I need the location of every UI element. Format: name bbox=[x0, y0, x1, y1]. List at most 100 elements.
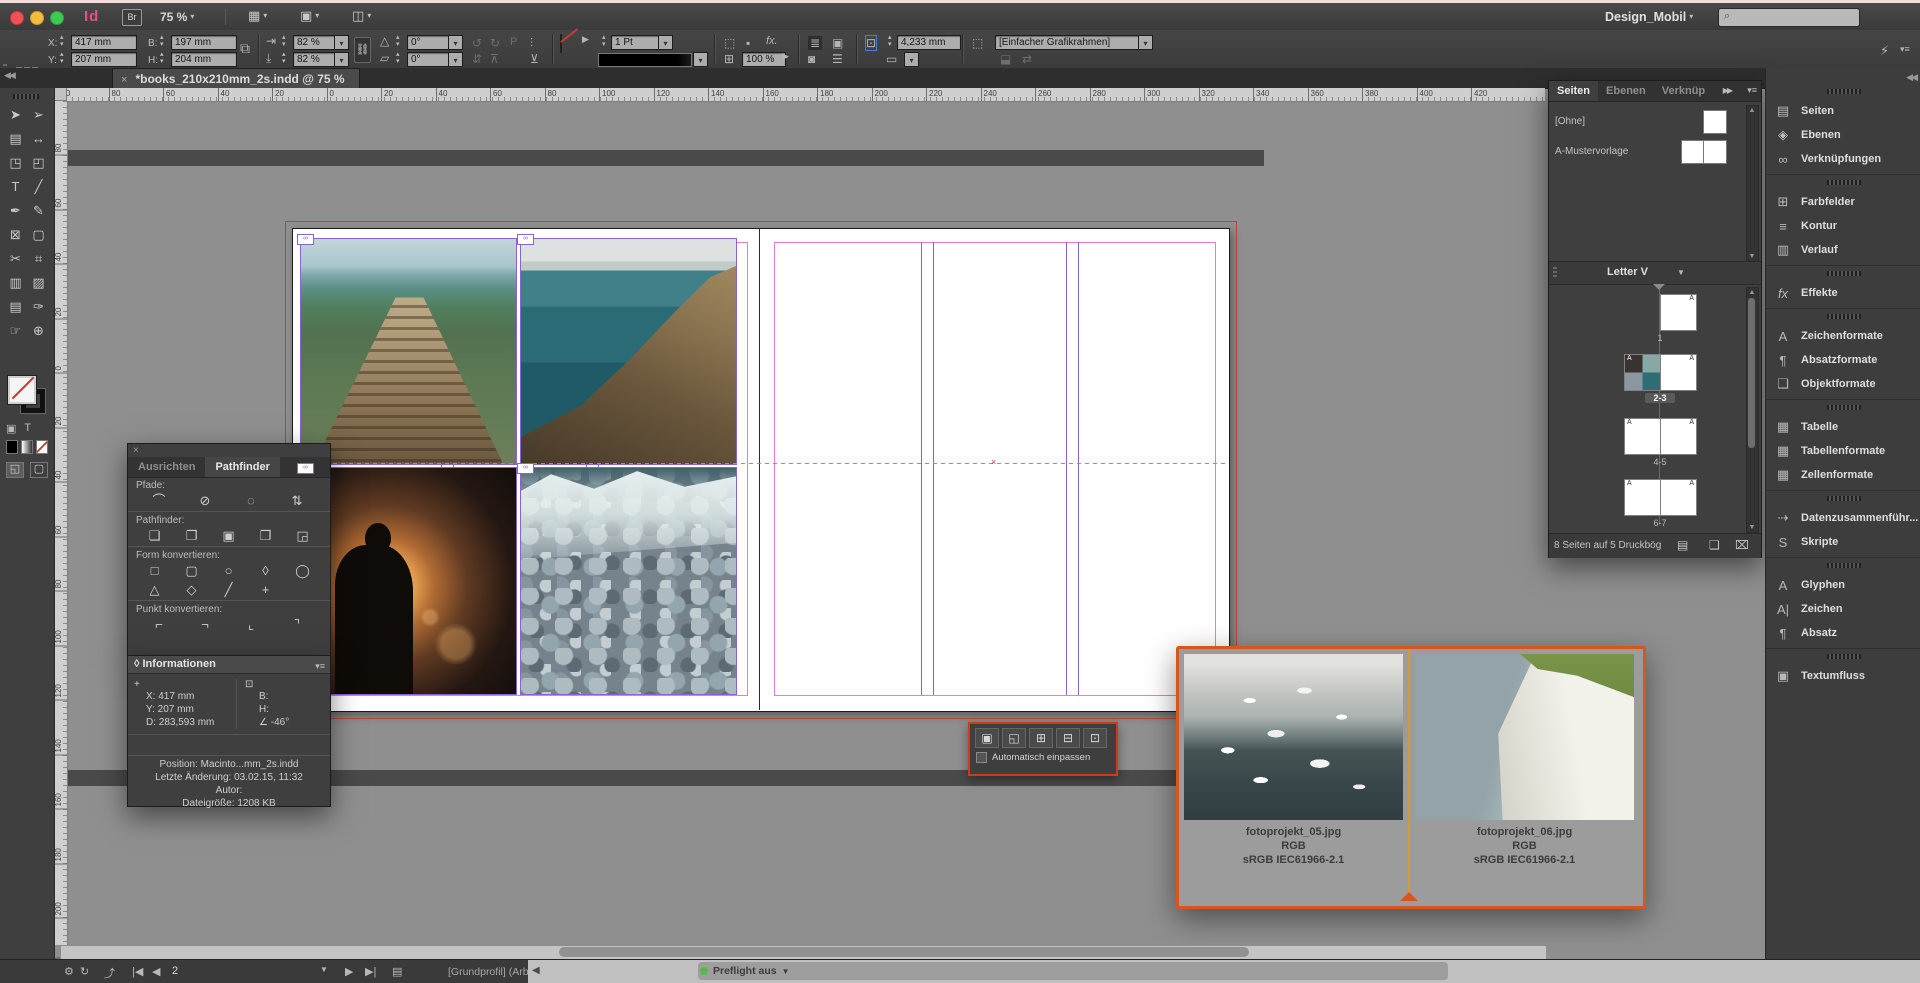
image-frame-rocky-coast[interactable] bbox=[520, 238, 737, 465]
pathfinder-operation-icon[interactable]: ❒ bbox=[247, 526, 284, 545]
fitting-option-icon[interactable]: ⊟ bbox=[1056, 728, 1080, 748]
path-operation-icon[interactable]: ⌒ bbox=[136, 491, 182, 510]
format-text-icon[interactable]: T bbox=[24, 422, 31, 435]
workspace-switcher[interactable]: Design_Mobil bbox=[1605, 10, 1693, 24]
preview-view-icon[interactable]: ▢ bbox=[30, 462, 48, 478]
dock-grip[interactable] bbox=[1827, 314, 1861, 319]
dock-grip[interactable] bbox=[1827, 271, 1861, 276]
normal-view-icon[interactable]: ◱ bbox=[6, 462, 24, 478]
share-icon[interactable]: ⤴ bbox=[104, 965, 115, 981]
convert-shape-icon[interactable]: ╱ bbox=[210, 580, 247, 599]
page-menu-icon[interactable]: ▤ bbox=[392, 965, 402, 978]
toolbar-grip[interactable] bbox=[13, 94, 39, 99]
stroke-type-swatch[interactable] bbox=[598, 53, 692, 67]
page-label-4-5[interactable]: 4-5 bbox=[1645, 457, 1675, 467]
dock-panel-button[interactable]: ¶Absatzformate bbox=[1766, 348, 1920, 372]
fx-icon[interactable]: fx. bbox=[766, 35, 778, 47]
link-badge-icon[interactable]: ∞ bbox=[297, 234, 314, 245]
dock-panel-button[interactable]: A|Zeichen bbox=[1766, 597, 1920, 621]
zoom-tool[interactable]: ⊕ bbox=[27, 320, 50, 341]
height-field[interactable]: 204 mm bbox=[171, 52, 237, 67]
edit-page-size-icon[interactable]: ▤ bbox=[1677, 538, 1688, 552]
object-style-field[interactable]: [Einfacher Grafikrahmen] bbox=[995, 35, 1143, 50]
convert-point-icon[interactable]: ¬ bbox=[182, 615, 228, 634]
fill-swatch[interactable] bbox=[8, 376, 36, 404]
dock-panel-button[interactable]: ▦Zellenformate bbox=[1766, 463, 1920, 487]
apply-color-icon[interactable] bbox=[6, 440, 18, 454]
line-tool[interactable]: ╱ bbox=[27, 176, 50, 197]
convert-shape-icon[interactable]: ○ bbox=[210, 561, 247, 580]
direct-selection-tool[interactable]: ➢ bbox=[27, 104, 50, 125]
frame-fitting-icon[interactable]: ⬚ bbox=[972, 36, 983, 50]
corner-shape-icon[interactable]: ▭ bbox=[886, 52, 897, 66]
page-thumbnail-6[interactable]: A bbox=[1624, 479, 1661, 516]
convert-point-icon[interactable]: ⌐ bbox=[136, 615, 182, 634]
image-frame-pebbles[interactable] bbox=[520, 467, 737, 695]
preview-options-icon[interactable]: ⇄ bbox=[1022, 52, 1032, 66]
minimize-window-button[interactable] bbox=[30, 11, 44, 25]
corner-radius-field[interactable]: 4,233 mm bbox=[897, 35, 961, 50]
close-window-button[interactable] bbox=[10, 11, 24, 25]
arrange-documents-dropdown[interactable]: ◫ bbox=[352, 8, 382, 25]
scrollbar-thumb[interactable] bbox=[559, 947, 1249, 957]
select-container-icon[interactable]: ⊼ bbox=[490, 52, 499, 66]
page-label-1[interactable]: 1 bbox=[1645, 333, 1675, 343]
search-field[interactable]: ⌕ bbox=[1718, 8, 1860, 27]
dock-grip[interactable] bbox=[1827, 654, 1861, 659]
convert-point-icon[interactable]: ⌞ bbox=[228, 615, 274, 634]
dock-panel-button[interactable]: ◈Ebenen bbox=[1766, 123, 1920, 147]
current-page-field[interactable]: 2 bbox=[172, 965, 178, 977]
select-content-icon[interactable]: ⫶ bbox=[530, 36, 533, 51]
dock-panel-button[interactable]: ⊞Farbfelder bbox=[1766, 190, 1920, 214]
select-previous-icon[interactable]: ⊻ bbox=[530, 52, 539, 66]
dock-panel-button[interactable]: fxEffekte bbox=[1766, 281, 1920, 305]
new-spread-icon[interactable]: ❏ bbox=[1709, 538, 1720, 552]
drag-item-card[interactable]: fotoprojekt_05.jpg RGB sRGB IEC61966-2.1 bbox=[1179, 649, 1408, 900]
first-page-icon[interactable]: |◀ bbox=[132, 965, 143, 978]
view-options-dropdown[interactable]: ▦ bbox=[248, 8, 278, 25]
dock-panel-button[interactable]: ▦Tabellenformate bbox=[1766, 439, 1920, 463]
wrap-none-icon[interactable]: ≣ bbox=[808, 36, 822, 50]
stroke-flyout-arrow[interactable]: ▶ bbox=[582, 34, 589, 45]
page-thumbnail-1[interactable]: A bbox=[1660, 294, 1697, 331]
scroll-left-icon[interactable]: ◀ bbox=[532, 965, 540, 976]
page-thumbnail-2[interactable]: A bbox=[1624, 354, 1661, 391]
scale-y-dropdown[interactable] bbox=[334, 52, 349, 67]
scale-y-field[interactable]: 82 % bbox=[293, 52, 339, 67]
fitting-option-icon[interactable]: ⊡ bbox=[1083, 728, 1107, 748]
type-tool[interactable]: T bbox=[4, 176, 27, 197]
preflight-dropdown-icon[interactable]: ▼ bbox=[782, 967, 790, 976]
info-panel-header[interactable]: ◊ Informationen ▾≡ bbox=[128, 656, 330, 674]
dock-panel-button[interactable]: ⇢Datenzusammenführ... bbox=[1766, 506, 1920, 530]
corner-shape-dropdown[interactable] bbox=[904, 52, 919, 67]
pathfinder-operation-icon[interactable]: ▣ bbox=[210, 526, 247, 545]
structure-toggle-icon[interactable]: ⚙ bbox=[64, 965, 74, 978]
width-field[interactable]: 197 mm bbox=[171, 35, 237, 50]
pen-tool[interactable]: ✒ bbox=[4, 200, 27, 221]
gradient-tool[interactable]: ▥ bbox=[4, 272, 27, 293]
previous-page-icon[interactable]: ◀ bbox=[152, 965, 160, 978]
image-frame-sunset-person[interactable] bbox=[300, 467, 517, 695]
shear-dropdown[interactable] bbox=[448, 52, 463, 67]
convert-shape-icon[interactable]: □ bbox=[136, 561, 173, 580]
search-input[interactable] bbox=[1741, 12, 1857, 27]
page-thumbnail-7[interactable]: A bbox=[1660, 479, 1697, 516]
apply-none-icon[interactable] bbox=[36, 440, 48, 454]
dock-panel-button[interactable]: ≡Kontur bbox=[1766, 214, 1920, 238]
stroke-type-dropdown[interactable] bbox=[693, 52, 708, 67]
page-label-2-3[interactable]: 2-3 bbox=[1645, 393, 1675, 403]
eyedropper-tool[interactable]: ✑ bbox=[27, 296, 50, 317]
masters-scrollbar[interactable]: ▲ ▼ bbox=[1746, 105, 1759, 262]
dock-panel-button[interactable]: ▥Verlauf bbox=[1766, 238, 1920, 262]
last-page-icon[interactable]: ▶| bbox=[365, 965, 376, 978]
object-style-dropdown[interactable] bbox=[1138, 35, 1153, 50]
pathfinder-operation-icon[interactable]: ❐ bbox=[173, 526, 210, 545]
rotate-cw-icon[interactable]: ↻ bbox=[490, 36, 500, 50]
corner-options-icon[interactable]: ⊡ bbox=[866, 36, 876, 50]
collapse-dock-icon[interactable]: ◀◀ bbox=[1906, 72, 1916, 83]
content-placer-tool[interactable]: ◰ bbox=[27, 152, 50, 173]
stroke-weight-field[interactable]: 1 Pt bbox=[611, 35, 663, 50]
opacity-field[interactable]: 100 % bbox=[742, 52, 786, 67]
zoom-window-button[interactable] bbox=[50, 11, 64, 25]
rotate-ccw-icon[interactable]: ↺ bbox=[472, 36, 482, 50]
